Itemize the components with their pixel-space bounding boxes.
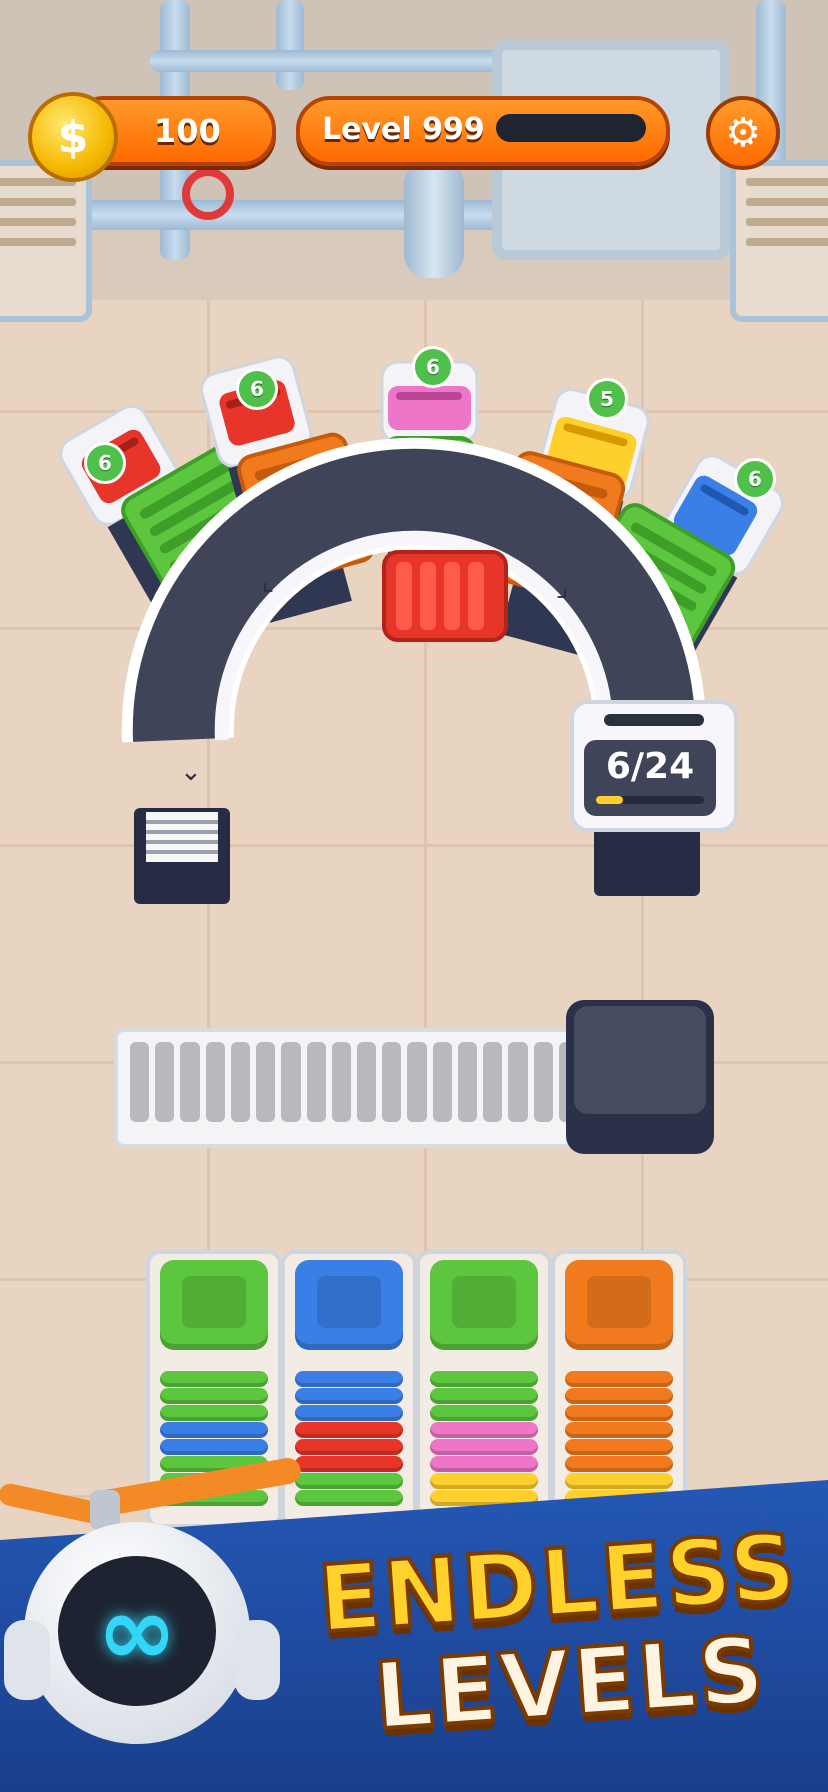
tray-layer	[430, 1439, 538, 1455]
tray-layer	[295, 1473, 403, 1489]
belt-slot	[205, 1042, 225, 1122]
tray-layer	[295, 1371, 403, 1387]
tray-layer	[160, 1388, 268, 1404]
conveyor-start	[134, 808, 230, 904]
chevron-icon: ⌞	[262, 567, 274, 597]
bin-4-count-badge: 5	[586, 378, 628, 420]
tray-layer	[295, 1490, 403, 1506]
counter-slot	[604, 714, 704, 726]
tray-layer	[295, 1388, 403, 1404]
tray-layer	[430, 1388, 538, 1404]
bin-3-count-badge: 6	[412, 346, 454, 388]
belt-slot	[457, 1042, 478, 1122]
belt-slot	[407, 1042, 427, 1122]
belt-slot	[483, 1042, 503, 1122]
level-pill: Level 999	[296, 96, 670, 166]
tray-layer	[565, 1439, 673, 1455]
tray-layer	[160, 1405, 268, 1421]
coin-icon: $	[28, 92, 118, 182]
tray-top	[430, 1260, 538, 1350]
tray-layer	[565, 1456, 673, 1472]
tray-layer	[430, 1456, 538, 1472]
belt-slot	[155, 1042, 175, 1122]
belt-slot	[130, 1042, 150, 1122]
level-progress-bar	[496, 114, 646, 142]
bin-5-count-badge: 6	[734, 458, 776, 500]
tray-layer	[565, 1422, 673, 1438]
belt-slot	[331, 1042, 351, 1122]
chevron-down-icon: ⌄	[180, 757, 202, 787]
tray-layer	[160, 1371, 268, 1387]
cabinet-left	[0, 160, 92, 322]
gas-tank	[404, 160, 464, 278]
settings-button[interactable]: ⚙	[706, 96, 780, 170]
tray-layer	[295, 1439, 403, 1455]
tray-layer	[160, 1439, 268, 1455]
counter-screen: 6/24	[584, 740, 716, 816]
belt-slot	[256, 1042, 276, 1122]
sort-counter: 6/24	[570, 700, 738, 832]
pipe-vertical	[276, 0, 304, 90]
tray-layer	[295, 1405, 403, 1421]
tray-top	[295, 1260, 403, 1350]
cabinet-right	[730, 160, 828, 322]
belt-slot	[432, 1042, 452, 1122]
belt-slot	[306, 1042, 326, 1122]
tray-layer	[565, 1371, 673, 1387]
tray-stack-3[interactable]	[416, 1250, 552, 1528]
tray-top	[565, 1260, 673, 1350]
tray-layer	[430, 1422, 538, 1438]
chevron-icon: ⌟	[556, 573, 568, 603]
tray-layer	[295, 1456, 403, 1472]
robot-head: ∞	[24, 1522, 250, 1744]
crate-red-on-belt	[382, 550, 508, 642]
belt-slot	[230, 1042, 251, 1122]
bin-2-count-badge: 6	[236, 368, 278, 410]
counter-progress-bar	[596, 796, 704, 804]
tray-layer	[565, 1388, 673, 1404]
tray-layer	[160, 1422, 268, 1438]
belt-slot	[180, 1042, 200, 1122]
gear-icon: ⚙	[725, 110, 761, 156]
belt-slot	[382, 1042, 402, 1122]
tray-top	[160, 1260, 268, 1350]
tray-layer	[295, 1422, 403, 1438]
counter-progress-fill	[596, 796, 623, 804]
tray-layer	[430, 1405, 538, 1421]
valve-wheel-icon	[182, 168, 234, 220]
level-label: Level 999	[322, 112, 485, 147]
belt-slot	[508, 1042, 528, 1122]
belt-slot	[356, 1042, 377, 1122]
robot-mascot: ∞	[0, 1455, 308, 1792]
infinity-icon: ∞	[97, 1575, 177, 1687]
sorting-machine: ⌄ ⌞ ⌟	[59, 355, 784, 904]
holding-belt	[114, 1028, 592, 1148]
belt-slot	[281, 1042, 301, 1122]
robot-face: ∞	[58, 1556, 216, 1706]
tray-layer	[430, 1371, 538, 1387]
coin-amount: 100	[154, 112, 221, 150]
belt-end-block	[566, 1000, 714, 1154]
counter-text: 6/24	[605, 746, 695, 787]
coin-symbol: $	[57, 111, 89, 163]
tray-layer	[430, 1473, 538, 1489]
bin-1-count-badge: 6	[84, 442, 126, 484]
tray-layer	[565, 1405, 673, 1421]
tray-layer	[565, 1473, 673, 1489]
tray-stack-4[interactable]	[551, 1250, 687, 1528]
belt-slot	[533, 1042, 553, 1122]
